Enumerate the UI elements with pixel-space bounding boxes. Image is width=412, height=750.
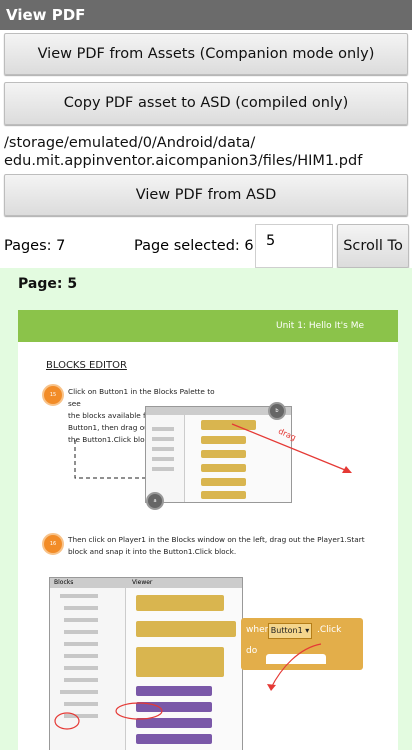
- mark-a-badge: a: [146, 492, 164, 510]
- player-highlight-icon: [54, 702, 163, 730]
- pdf-header: Unit 1: Hello It's Me: [18, 310, 398, 342]
- pages-count: Pages: 7: [4, 238, 66, 254]
- blocks-editor-heading: BLOCKS EDITOR: [46, 360, 127, 371]
- snap-arrow-icon: [267, 643, 322, 691]
- file-path: /storage/emulated/0/Android/data/ edu.mi…: [4, 134, 408, 170]
- title-bar: View PDF: [0, 0, 412, 30]
- page-selected: Page selected: 6: [134, 238, 254, 254]
- current-page-label: Page: 5: [18, 276, 78, 292]
- step-16-badge: 16: [42, 533, 64, 555]
- page-number-input[interactable]: 5: [255, 224, 333, 268]
- view-pdf-assets-button[interactable]: View PDF from Assets (Companion mode onl…: [4, 33, 408, 75]
- scroll-to-button[interactable]: Scroll To: [337, 224, 409, 268]
- pdf-viewer[interactable]: Page: 5 Unit 1: Hello It's Me BLOCKS EDI…: [0, 268, 412, 750]
- step-15-badge: 15: [42, 384, 64, 406]
- step-16-line-2: block and snap it into the Button1.Click…: [68, 547, 237, 556]
- file-path-line-1: /storage/emulated/0/Android/data/: [4, 135, 256, 151]
- view-pdf-asd-button[interactable]: View PDF from ASD: [4, 174, 408, 216]
- viewer-panel-label: Viewer: [132, 579, 153, 586]
- file-path-line-2: edu.mit.appinventor.aicompanion3/files/H…: [4, 153, 363, 169]
- block-click-label: .Click: [317, 625, 342, 635]
- block-do-label: do: [246, 646, 258, 656]
- drag-arrow-icon: [231, 423, 352, 473]
- step-16-text: Then click on Player1 in the Blocks wind…: [68, 534, 378, 558]
- block-when-label: when: [246, 625, 271, 635]
- copy-pdf-asset-button[interactable]: Copy PDF asset to ASD (compiled only): [4, 82, 408, 125]
- blocks-panel-label: Blocks: [54, 579, 74, 586]
- pdf-header-text: Unit 1: Hello It's Me: [276, 321, 364, 331]
- pdf-page: Unit 1: Hello It's Me BLOCKS EDITOR 15 C…: [18, 310, 398, 750]
- step-16-line-1: Then click on Player1 in the Blocks wind…: [68, 535, 365, 544]
- block-button1-selector: Button1 ▾: [268, 623, 312, 639]
